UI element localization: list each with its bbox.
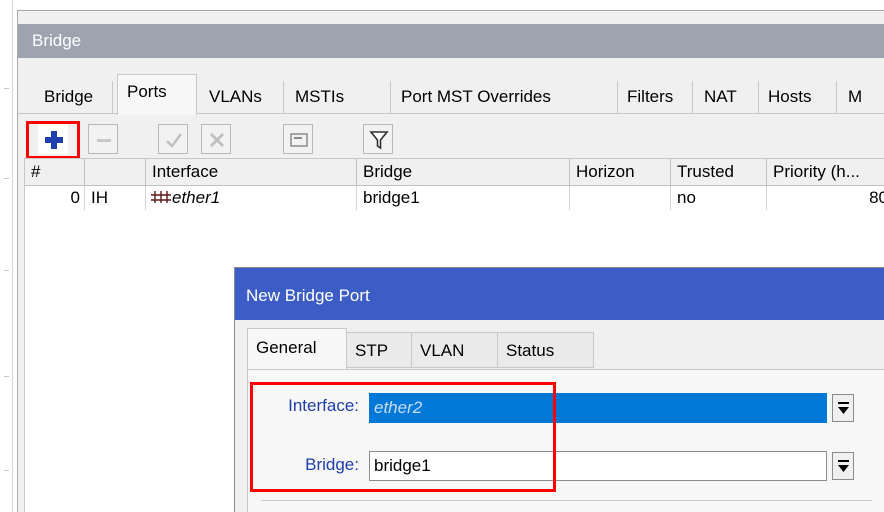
col-header-priority[interactable]: Priority (h... (767, 159, 884, 186)
tab-port-mst-overrides[interactable]: Port MST Overrides (392, 81, 618, 114)
tab-nat[interactable]: NAT (695, 81, 759, 114)
interface-dropdown-button[interactable] (832, 394, 854, 422)
tab-vlan[interactable]: VLAN (412, 332, 498, 368)
row-interface-name: ether1 (172, 188, 221, 207)
window-title[interactable]: Bridge (18, 24, 884, 58)
new-bridge-port-dialog: New Bridge Port General STP VLAN Status … (234, 267, 884, 512)
col-header-interface[interactable]: Interface (146, 159, 357, 186)
cross-icon (209, 132, 225, 148)
tab-status[interactable]: Status (498, 332, 594, 368)
remove-button[interactable] (88, 124, 118, 154)
row-trusted: no (671, 186, 767, 210)
divider (261, 500, 872, 501)
dialog-title[interactable]: New Bridge Port (235, 268, 884, 320)
filter-button[interactable] (363, 124, 393, 154)
check-icon (166, 133, 182, 148)
tab-vlans[interactable]: VLANs (200, 81, 284, 114)
row-flags: IH (85, 186, 146, 210)
col-header-flags[interactable] (85, 159, 146, 186)
row-bridge: bridge1 (357, 186, 570, 210)
add-button[interactable] (38, 124, 68, 154)
tab-bridge[interactable]: Bridge (35, 81, 113, 114)
edge-tick (4, 88, 9, 89)
row-horizon (570, 186, 671, 210)
edge-tick (4, 376, 9, 377)
tab-ports[interactable]: Ports (117, 74, 197, 115)
tab-general[interactable]: General (247, 328, 347, 370)
enable-button[interactable] (158, 124, 188, 154)
fields-highlight (250, 382, 556, 492)
window-top-strip (18, 11, 884, 24)
col-header-horizon[interactable]: Horizon (570, 159, 671, 186)
col-header-trusted[interactable]: Trusted (671, 159, 767, 186)
row-interface: ether1 (146, 186, 357, 210)
tab-hosts[interactable]: Hosts (759, 81, 837, 114)
comment-button[interactable] (283, 124, 313, 154)
bridge-dropdown-button[interactable] (832, 452, 854, 480)
bridge-tabs: Bridge Ports VLANs MSTIs Port MST Overri… (18, 70, 884, 115)
ethernet-port-icon (151, 191, 171, 203)
chevron-down-icon (838, 401, 849, 416)
edge-tick (4, 178, 9, 179)
plus-icon (45, 131, 63, 149)
toolbar (18, 116, 884, 159)
filter-icon (369, 131, 389, 150)
tab-filters[interactable]: Filters (618, 81, 693, 114)
tab-stp[interactable]: STP (347, 332, 412, 368)
tab-mstis[interactable]: MSTIs (286, 81, 391, 114)
minus-icon (97, 139, 111, 142)
edge-tick (4, 470, 9, 471)
row-priority: 80 (869, 188, 884, 207)
row-number: 0 (25, 186, 85, 210)
col-header-bridge[interactable]: Bridge (357, 159, 570, 186)
tab-more[interactable]: M (839, 81, 884, 114)
chevron-down-icon (838, 459, 849, 474)
comment-icon (290, 133, 308, 147)
left-edge-panel (0, 0, 13, 512)
edge-tick (4, 270, 9, 271)
disable-button[interactable] (201, 124, 231, 154)
col-header-number[interactable]: # (25, 159, 85, 186)
dialog-tabs: General STP VLAN Status (235, 320, 884, 370)
